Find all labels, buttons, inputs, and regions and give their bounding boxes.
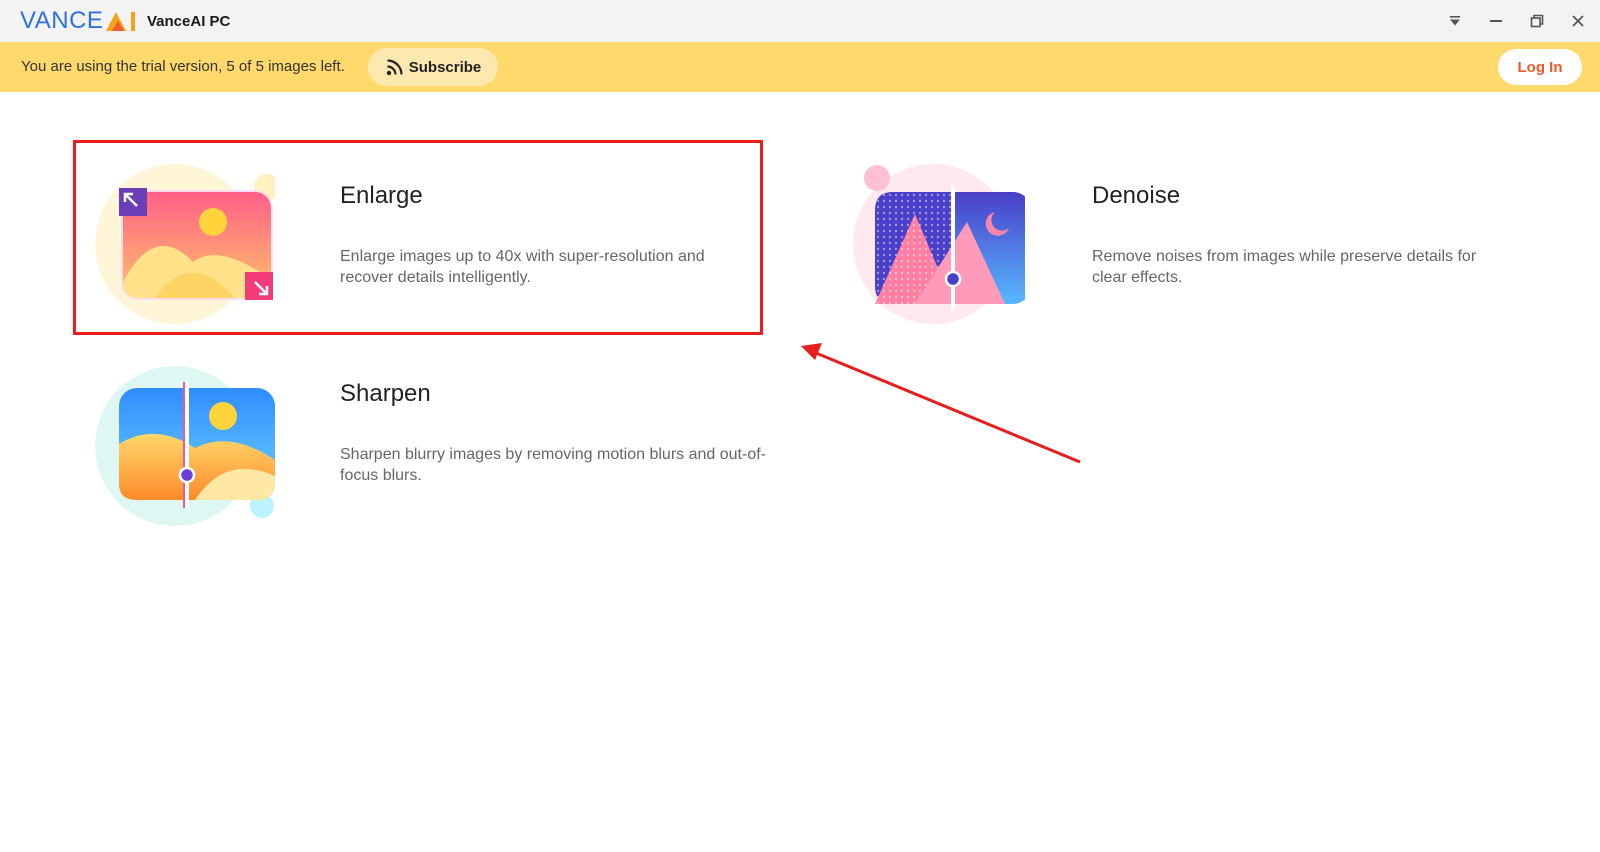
subscribe-button[interactable]: Subscribe [368,48,498,86]
denoise-icon [853,164,1025,324]
feature-card-denoise[interactable]: Denoise Remove noises from images while … [823,140,1513,335]
subscribe-label: Subscribe [408,58,482,76]
feature-card-sharpen[interactable]: Sharpen Sharpen blurry images by removin… [73,342,803,537]
logo-text: VANCE [20,7,104,34]
login-label: Log In [1517,58,1563,76]
minimize-icon[interactable] [1486,11,1506,31]
feature-desc-denoise: Remove noises from images while preserve… [1092,248,1477,286]
dropdown-icon[interactable] [1445,11,1465,31]
restore-icon[interactable] [1527,11,1547,31]
login-button[interactable]: Log In [1498,49,1582,85]
trial-banner: You are using the trial version, 5 of 5 … [0,42,1600,92]
close-icon[interactable] [1568,11,1588,31]
feature-title-sharpen: Sharpen [340,380,431,407]
feature-title-denoise: Denoise [1092,182,1181,209]
rss-icon [386,59,403,76]
annotation-highlight-box [73,140,763,335]
trial-status-text: You are using the trial version, 5 of 5 … [21,58,345,75]
title-bar: VANCE VanceAI PC [0,0,1600,42]
app-title: VanceAI PC [147,13,231,30]
app-logo: VANCE [20,8,138,34]
logo-ai-mark [106,12,136,31]
sharpen-icon [95,366,275,526]
feature-desc-sharpen: Sharpen blurry images by removing motion… [340,446,766,484]
